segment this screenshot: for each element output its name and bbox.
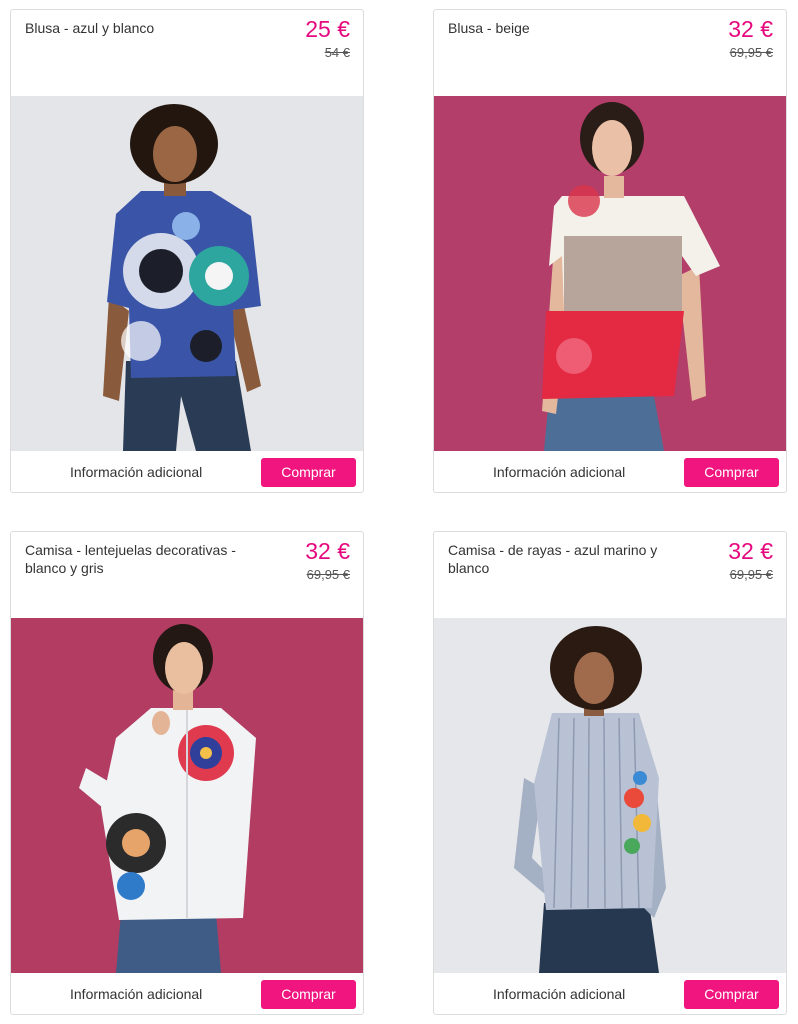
info-link[interactable]: Información adicional: [493, 464, 625, 480]
product-title[interactable]: Blusa - azul y blanco: [25, 19, 245, 37]
product-card: Camisa - de rayas - azul marino y blanco…: [433, 531, 787, 1015]
buy-button[interactable]: Comprar: [684, 458, 779, 487]
product-header: Blusa - azul y blanco 25 € 54 €: [11, 10, 363, 96]
product-footer: Información adicional Comprar: [11, 973, 363, 1014]
product-title[interactable]: Camisa - de rayas - azul marino y blanco: [448, 541, 668, 577]
product-image[interactable]: [11, 96, 363, 451]
info-link[interactable]: Información adicional: [493, 986, 625, 1002]
product-old-price: 69,95 €: [306, 567, 350, 582]
product-old-price: 69,95 €: [729, 45, 773, 60]
product-header: Camisa - de rayas - azul marino y blanco…: [434, 532, 786, 618]
product-card: Camisa - lentejuelas decorativas - blanc…: [10, 531, 364, 1015]
product-title[interactable]: Camisa - lentejuelas decorativas - blanc…: [25, 541, 245, 577]
product-old-price: 69,95 €: [729, 567, 773, 582]
product-footer: Información adicional Comprar: [11, 451, 363, 492]
buy-button[interactable]: Comprar: [261, 980, 356, 1009]
info-link[interactable]: Información adicional: [70, 464, 202, 480]
product-price: 32 €: [305, 538, 350, 564]
product-price: 25 €: [305, 16, 350, 42]
product-title[interactable]: Blusa - beige: [448, 19, 668, 37]
product-card: Blusa - azul y blanco 25 € 54 € Informac…: [10, 9, 364, 493]
product-image[interactable]: [434, 618, 786, 973]
product-footer: Información adicional Comprar: [434, 973, 786, 1014]
product-image[interactable]: [11, 618, 363, 973]
product-footer: Información adicional Comprar: [434, 451, 786, 492]
info-link[interactable]: Información adicional: [70, 986, 202, 1002]
product-header: Camisa - lentejuelas decorativas - blanc…: [11, 532, 363, 618]
product-price: 32 €: [728, 538, 773, 564]
buy-button[interactable]: Comprar: [261, 458, 356, 487]
product-image[interactable]: [434, 96, 786, 451]
product-old-price: 54 €: [324, 45, 350, 60]
product-header: Blusa - beige 32 € 69,95 €: [434, 10, 786, 96]
buy-button[interactable]: Comprar: [684, 980, 779, 1009]
product-price: 32 €: [728, 16, 773, 42]
product-card: Blusa - beige 32 € 69,95 € Información a…: [433, 9, 787, 493]
